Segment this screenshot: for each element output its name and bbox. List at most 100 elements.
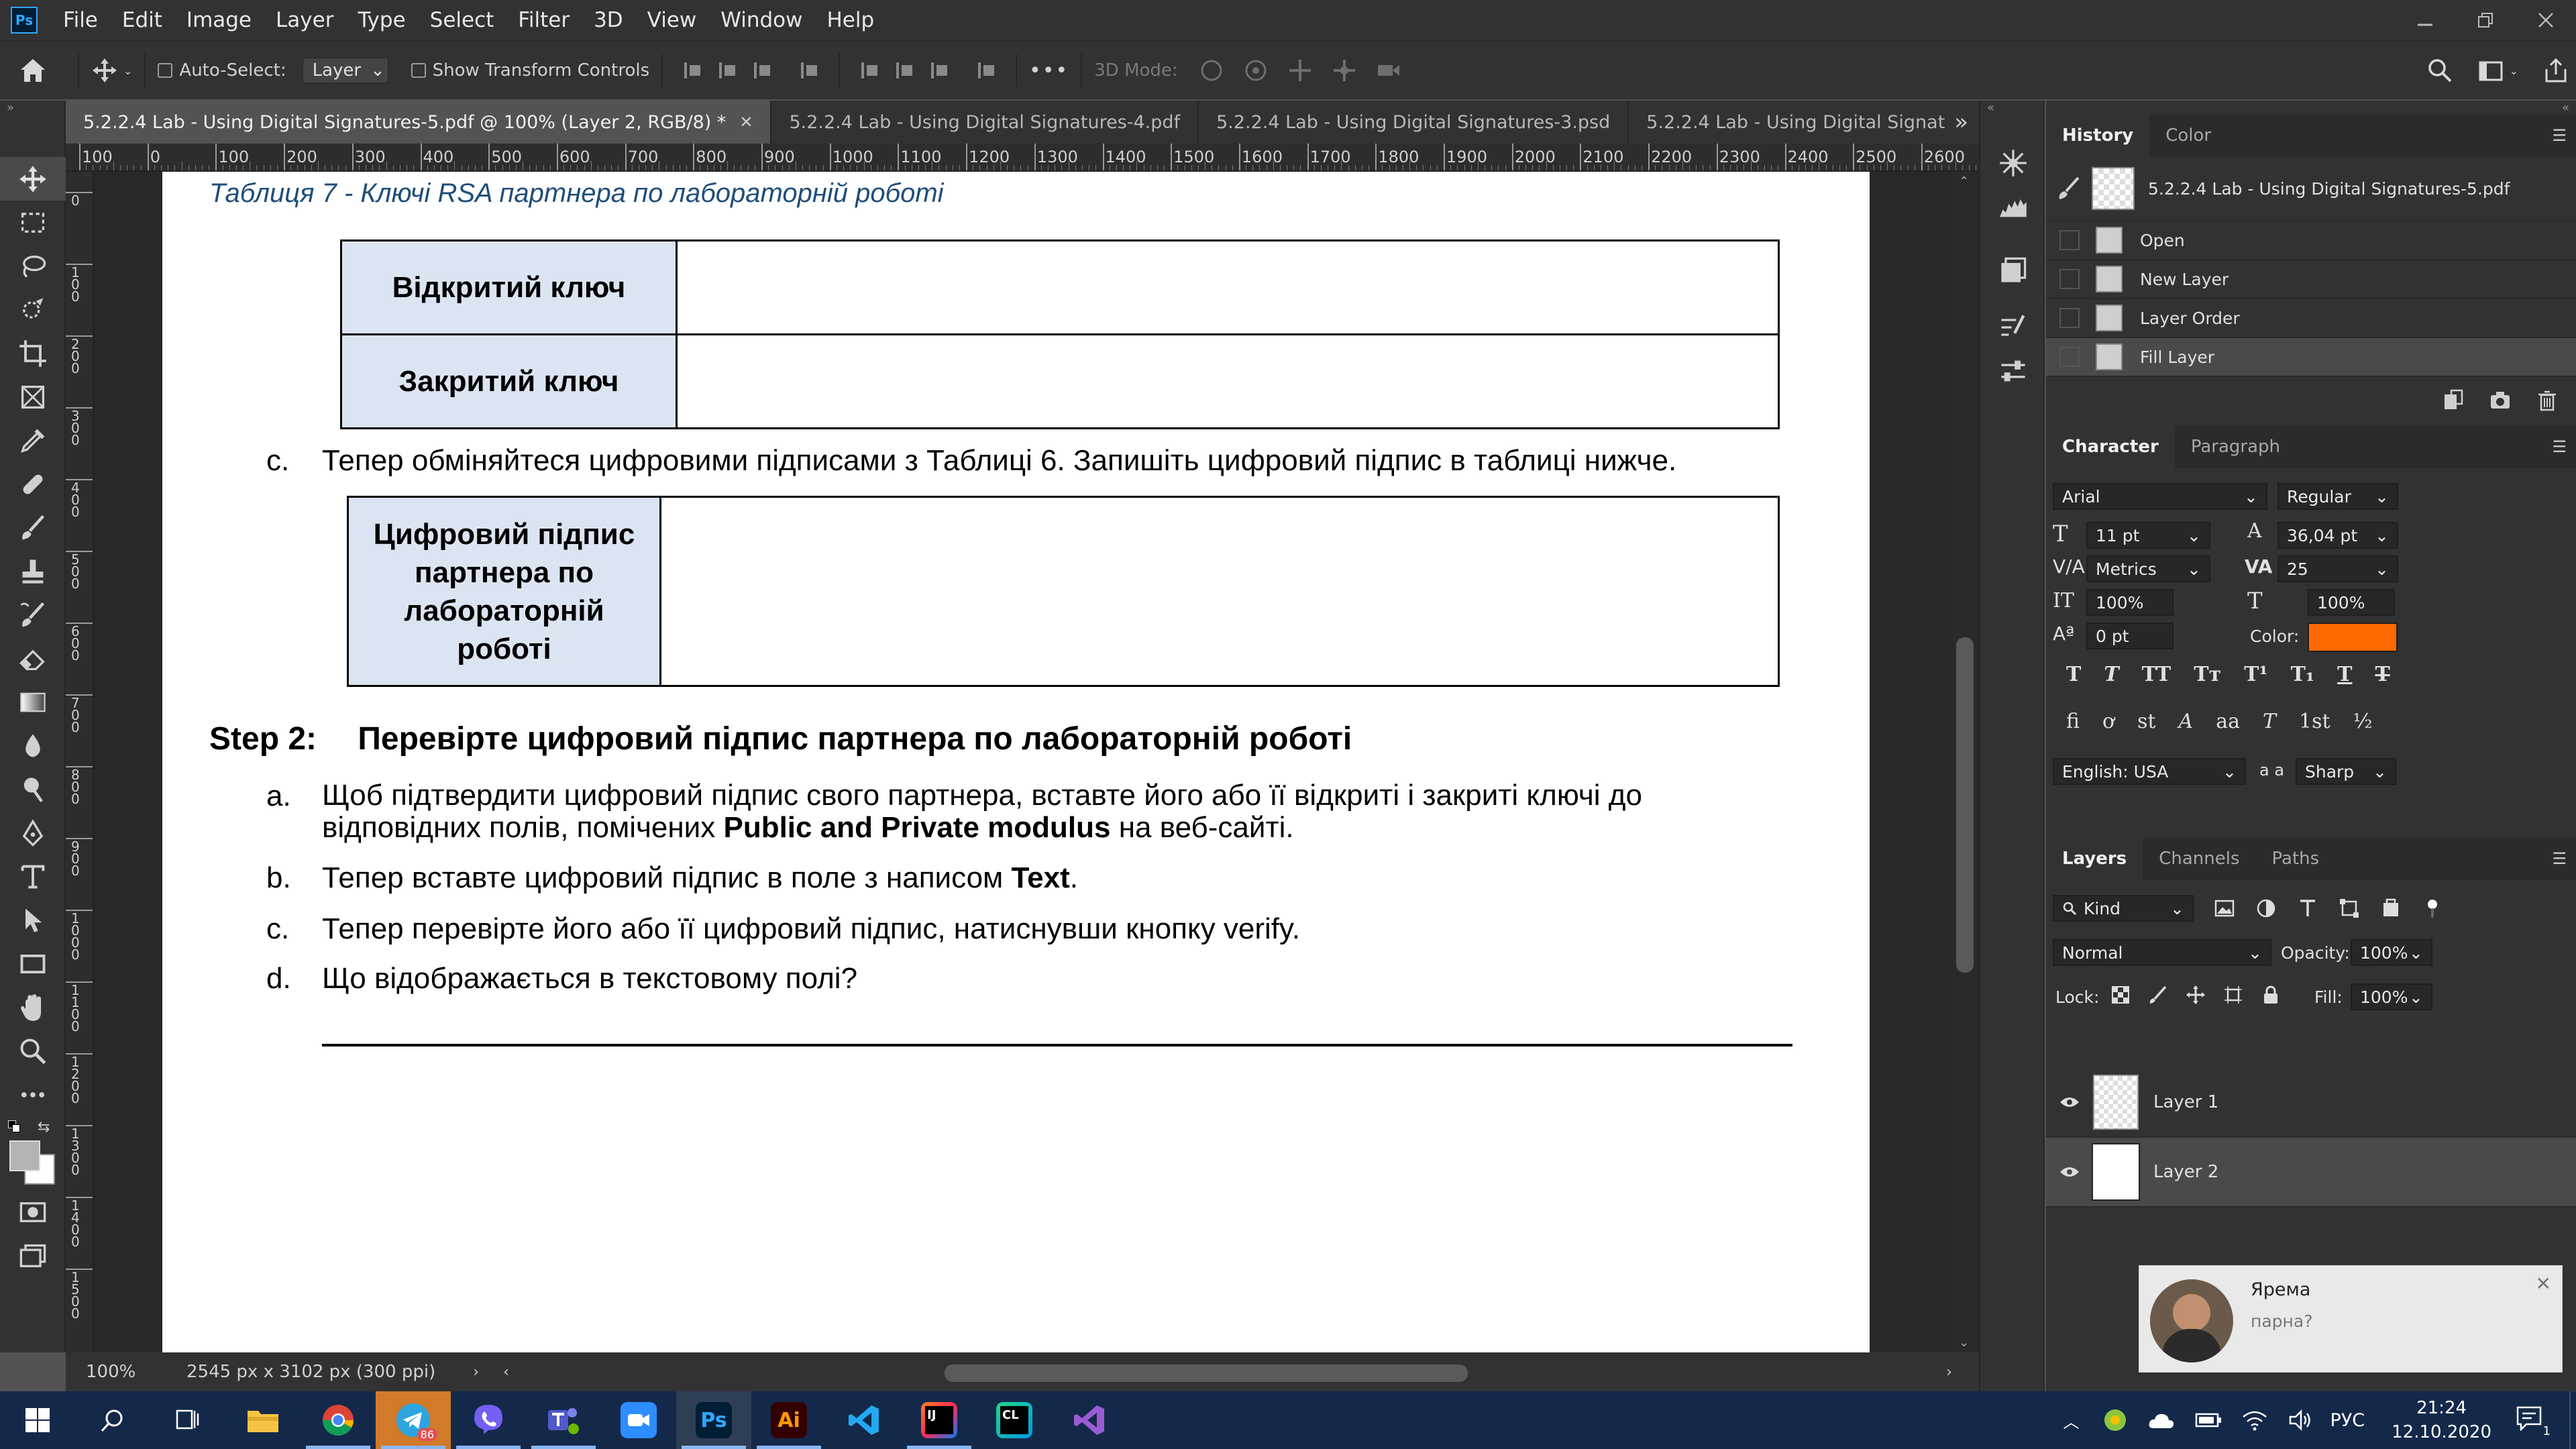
fractions-icon[interactable]: ½	[2353, 710, 2373, 733]
frame-tool[interactable]	[0, 375, 66, 419]
dodge-tool[interactable]	[0, 767, 66, 811]
blend-mode-select[interactable]: Normal ⌄	[2053, 939, 2271, 966]
chevron-right-icon[interactable]: ›	[473, 1364, 479, 1381]
libraries-panel-button[interactable]	[1980, 248, 2046, 292]
lock-pixels-icon[interactable]	[2148, 985, 2168, 1005]
screen-mode-button[interactable]	[0, 1234, 66, 1277]
marquee-tool[interactable]	[0, 201, 66, 244]
rectangle-tool[interactable]	[0, 942, 66, 985]
type-tool[interactable]	[0, 855, 66, 898]
blur-tool[interactable]	[0, 724, 66, 767]
smart-object-filter-icon[interactable]	[2380, 898, 2402, 919]
close-notification-icon[interactable]: ✕	[2536, 1273, 2551, 1295]
visibility-toggle[interactable]	[2046, 1165, 2093, 1179]
move-tool-preset[interactable]: ⌄	[91, 57, 132, 84]
onedrive-icon[interactable]	[2148, 1409, 2175, 1431]
brush-tool[interactable]	[0, 506, 66, 549]
viber-button[interactable]	[451, 1391, 526, 1449]
scroll-up-icon[interactable]: ⌃	[1959, 174, 1969, 189]
new-document-from-state-icon[interactable]	[2442, 389, 2465, 412]
filter-toggle-icon[interactable]	[2422, 898, 2443, 919]
tab-color[interactable]: Color	[2149, 114, 2227, 157]
tab-channels[interactable]: Channels	[2143, 837, 2255, 880]
path-selection-tool[interactable]	[0, 898, 66, 942]
menu-help[interactable]: Help	[814, 8, 886, 32]
all-caps-icon[interactable]: TT	[2142, 663, 2171, 686]
doc-tab-1[interactable]: 5.2.2.4 Lab - Using Digital Signatures-5…	[66, 101, 772, 144]
home-button[interactable]	[0, 56, 66, 85]
panel-menu-icon[interactable]: ☰	[2552, 425, 2576, 468]
font-size-field[interactable]: 11 pt ⌄	[2086, 522, 2210, 549]
tab-paragraph[interactable]: Paragraph	[2175, 425, 2296, 468]
auto-select-dropdown[interactable]: Layer ⌄	[302, 58, 388, 83]
file-explorer-button[interactable]	[225, 1391, 301, 1449]
histogram-panel-button[interactable]	[1980, 184, 2046, 228]
edit-toolbar-button[interactable]	[0, 1073, 66, 1116]
orbit-3d-icon[interactable]	[1198, 57, 1225, 84]
fill-field[interactable]: 100% ⌄	[2351, 983, 2432, 1010]
menu-layer[interactable]: Layer	[264, 8, 345, 32]
anti-alias-select[interactable]: Sharp ⌄	[2296, 758, 2396, 785]
clion-button[interactable]: CL	[977, 1391, 1052, 1449]
share-icon[interactable]	[2542, 57, 2569, 84]
align-bottom-icon[interactable]	[926, 57, 953, 84]
horizontal-scrollbar-thumb[interactable]	[945, 1364, 1468, 1382]
subscript-icon[interactable]: T₁	[2291, 663, 2314, 686]
underline-icon[interactable]: T	[2337, 663, 2352, 686]
swash-icon[interactable]: A	[2179, 710, 2194, 733]
faux-italic-icon[interactable]: T	[2104, 663, 2118, 686]
menu-type[interactable]: Type	[345, 8, 417, 32]
doc-tab-4[interactable]: 5.2.2.4 Lab - Using Digital Signat	[1629, 101, 1962, 144]
lock-artboard-icon[interactable]	[2223, 985, 2243, 1005]
discretionary-ligatures-icon[interactable]: st	[2137, 710, 2155, 733]
video-camera-icon[interactable]	[1375, 57, 1402, 84]
show-transform-checkbox[interactable]	[411, 63, 426, 78]
align-vertical-center-icon[interactable]	[891, 57, 918, 84]
tab-paths[interactable]: Paths	[2256, 837, 2336, 880]
lock-all-icon[interactable]	[2261, 985, 2281, 1005]
roll-3d-icon[interactable]	[1242, 57, 1269, 84]
start-button[interactable]	[0, 1391, 75, 1449]
menu-filter[interactable]: Filter	[506, 8, 582, 32]
menu-file[interactable]: File	[51, 8, 110, 32]
history-brush-checkbox[interactable]	[2059, 230, 2080, 250]
menu-select[interactable]: Select	[418, 8, 506, 32]
language-select[interactable]: English: USA ⌄	[2053, 758, 2246, 785]
minimize-button[interactable]	[2395, 0, 2455, 40]
image-filter-icon[interactable]	[2214, 898, 2235, 919]
scrollbar-thumb[interactable]	[1956, 637, 1974, 973]
font-style-select[interactable]: Regular ⌄	[2277, 483, 2398, 510]
history-step[interactable]: New Layer	[2046, 260, 2576, 299]
battery-icon[interactable]	[2195, 1411, 2222, 1429]
distribute-vertical-icon[interactable]	[973, 57, 1000, 84]
tab-layers[interactable]: Layers	[2046, 837, 2143, 880]
layer-name[interactable]: Layer 2	[2153, 1162, 2218, 1182]
align-horizontal-center-icon[interactable]	[714, 57, 741, 84]
photoshop-logo[interactable]: Ps	[11, 7, 38, 34]
task-view-button[interactable]	[150, 1391, 225, 1449]
horizontal-scale-field[interactable]: 100%	[2308, 589, 2395, 616]
history-brush-checkbox[interactable]	[2059, 269, 2080, 289]
gradient-tool[interactable]	[0, 680, 66, 724]
document-info[interactable]: 2545 px x 3102 px (300 ppi)	[186, 1362, 435, 1382]
workspace-switcher[interactable]: ⌄	[2477, 57, 2518, 84]
canvas-area[interactable]: Таблиця 7 - Ключі RSA партнера по лабора…	[94, 172, 1952, 1352]
trash-icon[interactable]	[2536, 389, 2559, 412]
scroll-left-icon[interactable]: ‹	[503, 1364, 509, 1381]
restore-button[interactable]	[2455, 0, 2516, 40]
healing-brush-tool[interactable]	[0, 462, 66, 506]
collapse-panel-icon[interactable]: «	[1980, 101, 2043, 115]
app-tray-icon[interactable]	[2102, 1407, 2128, 1433]
document-page[interactable]: Таблиця 7 - Ключі RSA партнера по лабора…	[162, 172, 1870, 1352]
visual-studio-button[interactable]	[1052, 1391, 1127, 1449]
search-icon[interactable]	[2426, 57, 2453, 84]
more-options-button[interactable]: •••	[1029, 59, 1069, 83]
ordinals-icon[interactable]: 1st	[2299, 710, 2330, 733]
doc-tab-2[interactable]: 5.2.2.4 Lab - Using Digital Signatures-4…	[771, 101, 1199, 144]
default-colors-icon[interactable]	[8, 1120, 21, 1134]
more-tabs-icon[interactable]: »	[1954, 109, 1968, 136]
auto-select-checkbox[interactable]	[158, 63, 173, 78]
stylistic-alternates-icon[interactable]: aa	[2216, 710, 2240, 733]
foreground-color-swatch[interactable]	[9, 1140, 40, 1171]
collapse-panel-icon[interactable]: »	[0, 101, 64, 115]
